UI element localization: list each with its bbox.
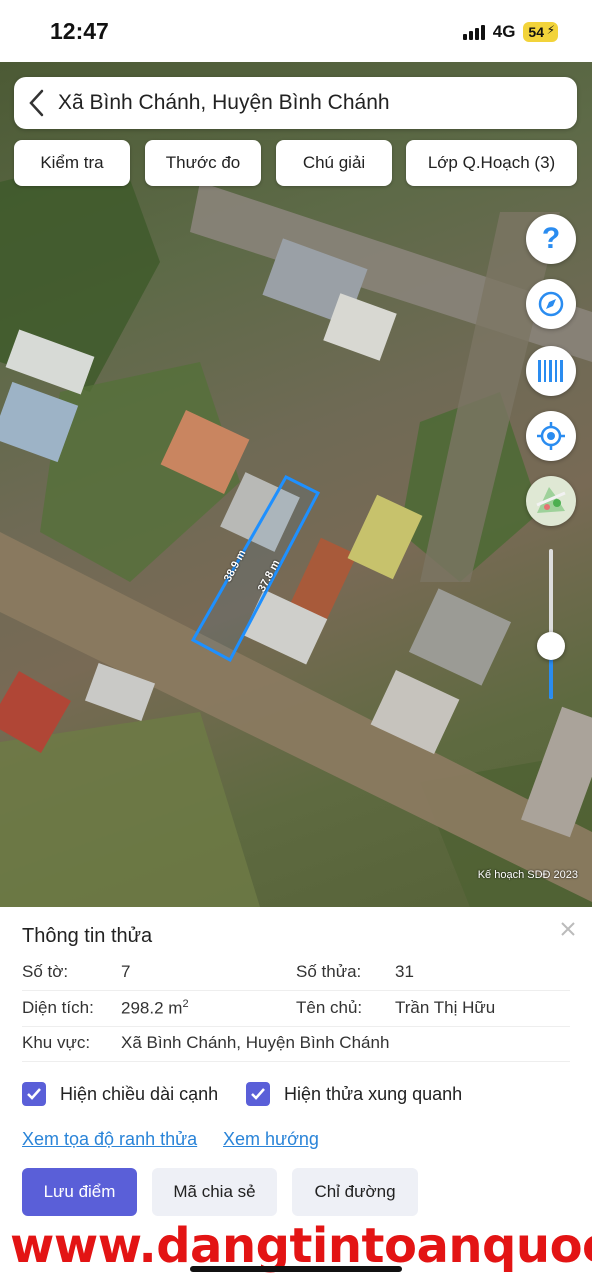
battery-icon: 54 ⚡ xyxy=(523,22,558,42)
area-label: Diện tích: xyxy=(22,998,94,1017)
neighbor-parcels-checkbox[interactable] xyxy=(246,1082,270,1106)
checkmark-icon xyxy=(27,1088,41,1100)
legend-button[interactable]: Chú giải xyxy=(276,140,392,186)
status-indicators: 4G 54 ⚡ xyxy=(462,22,558,42)
sheet-title: Thông tin thửa xyxy=(22,925,153,947)
checkmark-icon xyxy=(251,1088,265,1100)
barcode-icon xyxy=(538,360,563,382)
view-direction-link[interactable]: Xem hướng xyxy=(223,1129,319,1150)
info-row-area-region: Khu vực: Xã Bình Chánh, Huyện Bình Chánh xyxy=(22,1026,570,1062)
location-search-bar[interactable]: Xã Bình Chánh, Huyện Bình Chánh xyxy=(14,77,577,129)
map-layer-button[interactable] xyxy=(526,476,576,526)
sheet-number-label: Số tờ: xyxy=(22,962,69,981)
sheet-number-value: 7 xyxy=(121,962,131,981)
toggle-edge-length[interactable]: Hiện chiều dài cạnh xyxy=(22,1081,218,1107)
save-point-button[interactable]: Lưu điểm xyxy=(22,1168,137,1216)
neighbor-parcels-label: Hiện thửa xung quanh xyxy=(284,1083,463,1104)
parcel-number-label: Số thửa: xyxy=(296,962,362,981)
owner-value: Trần Thị Hữu xyxy=(395,998,496,1017)
location-title: Xã Bình Chánh, Huyện Bình Chánh xyxy=(58,91,390,114)
edge-length-label: Hiện chiều dài cạnh xyxy=(60,1083,219,1104)
info-row-area-owner: Diện tích: 298.2 m2 Tên chủ: Trần Thị Hữ… xyxy=(22,991,570,1027)
view-boundary-coordinates-link[interactable]: Xem tọa độ ranh thửa xyxy=(22,1129,197,1150)
network-type: 4G xyxy=(492,22,516,41)
help-icon: ? xyxy=(541,222,561,255)
edge-length-checkbox[interactable] xyxy=(22,1082,46,1106)
close-icon[interactable] xyxy=(556,917,580,941)
parcel-number-value: 31 xyxy=(395,962,414,981)
map-layer-icon xyxy=(536,487,566,513)
battery-level: 54 xyxy=(528,24,544,40)
directions-button[interactable]: Chỉ đường xyxy=(292,1168,418,1216)
share-code-button[interactable]: Mã chia sẻ xyxy=(152,1168,277,1216)
signal-icon xyxy=(462,24,485,40)
status-time: 12:47 xyxy=(50,18,109,44)
barcode-button[interactable] xyxy=(526,346,576,396)
area-number: 298.2 m xyxy=(121,998,183,1018)
status-bar: 12:47 4G 54 ⚡ xyxy=(0,0,592,62)
locate-button[interactable] xyxy=(526,411,576,461)
compass-icon xyxy=(538,291,564,317)
check-button[interactable]: Kiểm tra xyxy=(14,140,130,186)
home-indicator xyxy=(190,1266,402,1272)
help-button[interactable]: ? xyxy=(526,214,576,264)
planning-layers-button[interactable]: Lớp Q.Hoạch (3) xyxy=(406,140,577,186)
info-row-sheet-parcel: Số tờ: 7 Số thửa: 31 xyxy=(22,955,570,991)
locate-icon xyxy=(537,422,565,450)
satellite-imagery xyxy=(0,152,592,907)
region-value: Xã Bình Chánh, Huyện Bình Chánh xyxy=(121,1033,390,1052)
measure-button[interactable]: Thước đo xyxy=(145,140,261,186)
map-toolbar: Kiểm tra Thước đo Chú giải Lớp Q.Hoạch (… xyxy=(14,140,577,186)
satellite-map[interactable]: 38.9 m 37.8 m Xã Bình Chánh, Huyện Bình … xyxy=(0,62,592,907)
charging-icon: ⚡ xyxy=(546,23,555,37)
area-unit-superscript: 2 xyxy=(182,998,189,1010)
owner-label: Tên chủ: xyxy=(296,998,363,1017)
toggle-neighbor-parcels[interactable]: Hiện thửa xung quanh xyxy=(246,1081,462,1107)
map-attribution: Kế hoạch SDĐ 2023 xyxy=(477,869,578,881)
area-value: 298.2 m2 xyxy=(121,998,189,1019)
compass-button[interactable] xyxy=(526,279,576,329)
region-label: Khu vực: xyxy=(22,1033,91,1052)
back-icon[interactable] xyxy=(14,77,58,129)
zoom-slider-handle[interactable] xyxy=(537,632,565,660)
